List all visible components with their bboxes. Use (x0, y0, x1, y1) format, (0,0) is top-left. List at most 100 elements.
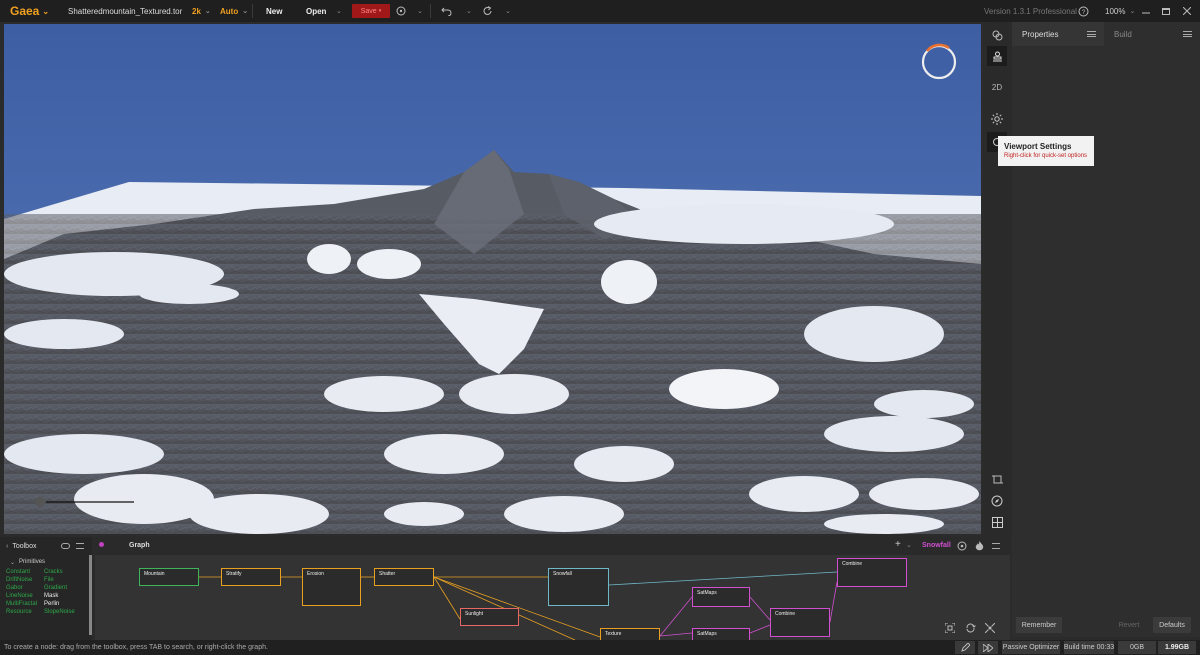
graph-node[interactable]: Mountain (139, 568, 199, 586)
target-icon[interactable] (396, 0, 406, 22)
revert-button[interactable]: Revert (1110, 617, 1148, 633)
fast-forward-icon[interactable] (978, 641, 998, 654)
properties-panel: Properties Build Remember Revert Default… (1012, 22, 1200, 637)
toolbox-item-grid: Constant Cracks DriftNoise File Gabor Gradien… (0, 569, 92, 615)
frame-icon[interactable] (987, 469, 1007, 489)
undo-dropdown-icon[interactable]: ⌄ (462, 0, 472, 22)
top-bar: Gaea ⌄ Shatteredmountain_Textured.tor 2k… (0, 0, 1200, 22)
memory-total-label: 1.99GB (1158, 641, 1196, 654)
3d-viewport[interactable] (4, 24, 981, 534)
refresh-icon[interactable] (965, 620, 976, 638)
toolbox-item[interactable]: MultiFractal (6, 601, 44, 607)
node-graph[interactable]: Graph + ⌄ Snowfall Mountain Stratify Ero… (95, 537, 1010, 640)
toolbox-item[interactable]: LineNoise (6, 593, 44, 599)
app-menu-button[interactable]: Gaea ⌄ (10, 0, 49, 22)
tab-properties[interactable]: Properties (1012, 22, 1104, 46)
graph-node-label: Stratify (226, 571, 242, 577)
redo-dropdown-icon[interactable]: ⌄ (501, 0, 511, 22)
viewport-tool-strip: 2D (985, 22, 1009, 537)
menu-icon[interactable] (76, 543, 84, 549)
remember-button[interactable]: Remember (1016, 617, 1062, 633)
toggle-icon[interactable] (61, 543, 70, 549)
chevron-down-icon: ⌄ (204, 8, 211, 15)
toolbox-item[interactable]: Gabor (6, 585, 44, 591)
toolbar-divider (252, 4, 253, 18)
target-dropdown-icon[interactable]: ⌄ (413, 0, 423, 22)
graph-node[interactable]: SatMaps (692, 587, 750, 607)
frame-all-icon[interactable] (944, 620, 956, 638)
redo-icon[interactable] (483, 0, 493, 22)
tab-build[interactable]: Build (1106, 22, 1200, 46)
toolbox-item[interactable]: Mask (44, 593, 84, 599)
graph-node-label: SatMaps (697, 590, 717, 596)
toolbox-item[interactable]: Perlin (44, 601, 84, 607)
app-logo: Gaea (10, 4, 40, 18)
viewport-settings-tooltip: Viewport Settings Right-click for quick-… (998, 136, 1094, 166)
graph-node[interactable]: Combine (837, 558, 907, 587)
close-icon[interactable] (1183, 0, 1191, 22)
graph-node[interactable]: Sunlight (460, 608, 519, 626)
auto-layout-icon[interactable] (984, 620, 996, 638)
graph-node[interactable]: Stratify (221, 568, 281, 586)
maximize-icon[interactable] (1162, 0, 1170, 22)
svg-text:?: ? (1082, 9, 1086, 16)
graph-node[interactable]: Shatter (374, 568, 434, 586)
chevron-left-icon[interactable]: ‹ (6, 543, 8, 550)
minimize-icon[interactable] (1142, 0, 1150, 22)
passive-optimizer-button[interactable]: Passive Optimizer (1002, 641, 1060, 654)
defaults-button[interactable]: Defaults (1153, 617, 1191, 633)
memory-usage-label: 0GB (1118, 641, 1156, 654)
new-button[interactable]: New (266, 0, 282, 22)
graph-node-label: Erosion (307, 571, 324, 577)
toolbox-item[interactable]: Resource (6, 609, 44, 615)
toolbox-item[interactable]: File (44, 577, 84, 583)
chevron-down-icon: ⌄ (10, 559, 16, 566)
toolbox-panel: ‹ Toolbox ⌄ Primitives Constant Cracks Dri… (0, 537, 92, 640)
build-time-label: Build time 00:33 (1064, 641, 1114, 654)
resolution-dropdown[interactable]: 2k ⌄ (192, 0, 211, 22)
graph-node-label: SatMaps (697, 631, 717, 637)
toolbox-item[interactable]: Cracks (44, 569, 84, 575)
graph-node[interactable]: SatMaps (692, 628, 750, 640)
toolbox-item[interactable]: SlopeNoise (44, 609, 84, 615)
toolbox-item[interactable]: Gradient (44, 585, 84, 591)
toolbox-item[interactable]: DriftNoise (6, 577, 44, 583)
open-dropdown-icon[interactable]: ⌄ (332, 0, 342, 22)
sun-icon[interactable] (987, 109, 1007, 129)
gaea-app-window: Gaea ⌄ Shatteredmountain_Textured.tor 2k… (0, 0, 1200, 655)
pencil-icon[interactable] (955, 641, 975, 654)
save-button[interactable]: Save ▾ (352, 4, 390, 18)
graph-node-label: Snowfall (553, 571, 572, 577)
graph-node[interactable]: Texture (600, 628, 660, 640)
stamp-icon[interactable] (987, 46, 1007, 66)
graph-node-label: Texture (605, 631, 622, 637)
toolbox-section[interactable]: ⌄ Primitives (0, 555, 92, 569)
undo-icon[interactable] (441, 0, 452, 22)
compass-icon[interactable] (987, 491, 1007, 511)
mode-2d-button[interactable]: 2D (987, 77, 1007, 97)
build-mode-dropdown[interactable]: Auto ⌄ (220, 0, 248, 22)
zoom-dropdown[interactable]: 100% ⌄ (1105, 0, 1135, 22)
graph-node-label: Combine (842, 561, 863, 567)
open-button[interactable]: Open (306, 0, 326, 22)
status-bar: To create a node: drag from the toolbox,… (0, 640, 1200, 655)
graph-node-label: Mountain (144, 571, 165, 577)
toolbox-header: ‹ Toolbox (0, 537, 92, 555)
menu-icon[interactable] (1087, 31, 1096, 37)
grid-icon[interactable] (987, 512, 1007, 532)
help-icon[interactable]: ? (1078, 0, 1089, 22)
chevron-down-icon: ⌄ (42, 6, 50, 16)
toolbox-scrollbar[interactable] (89, 555, 92, 635)
chevron-down-icon: ⌄ (1129, 8, 1136, 15)
terrain-render (4, 24, 981, 534)
layers-icon[interactable] (987, 25, 1007, 45)
chevron-down-icon: ⌄ (242, 8, 249, 15)
graph-node[interactable]: Snowfall (548, 568, 609, 606)
graph-node-label: Shatter (379, 571, 396, 577)
chevron-down-icon: ▾ (378, 8, 382, 14)
tooltip-hint: Right-click for quick-set options (1004, 153, 1088, 159)
graph-node[interactable]: Combine (770, 608, 830, 637)
menu-icon[interactable] (1183, 31, 1192, 37)
toolbox-item[interactable]: Constant (6, 569, 44, 575)
graph-node[interactable]: Erosion (302, 568, 361, 606)
